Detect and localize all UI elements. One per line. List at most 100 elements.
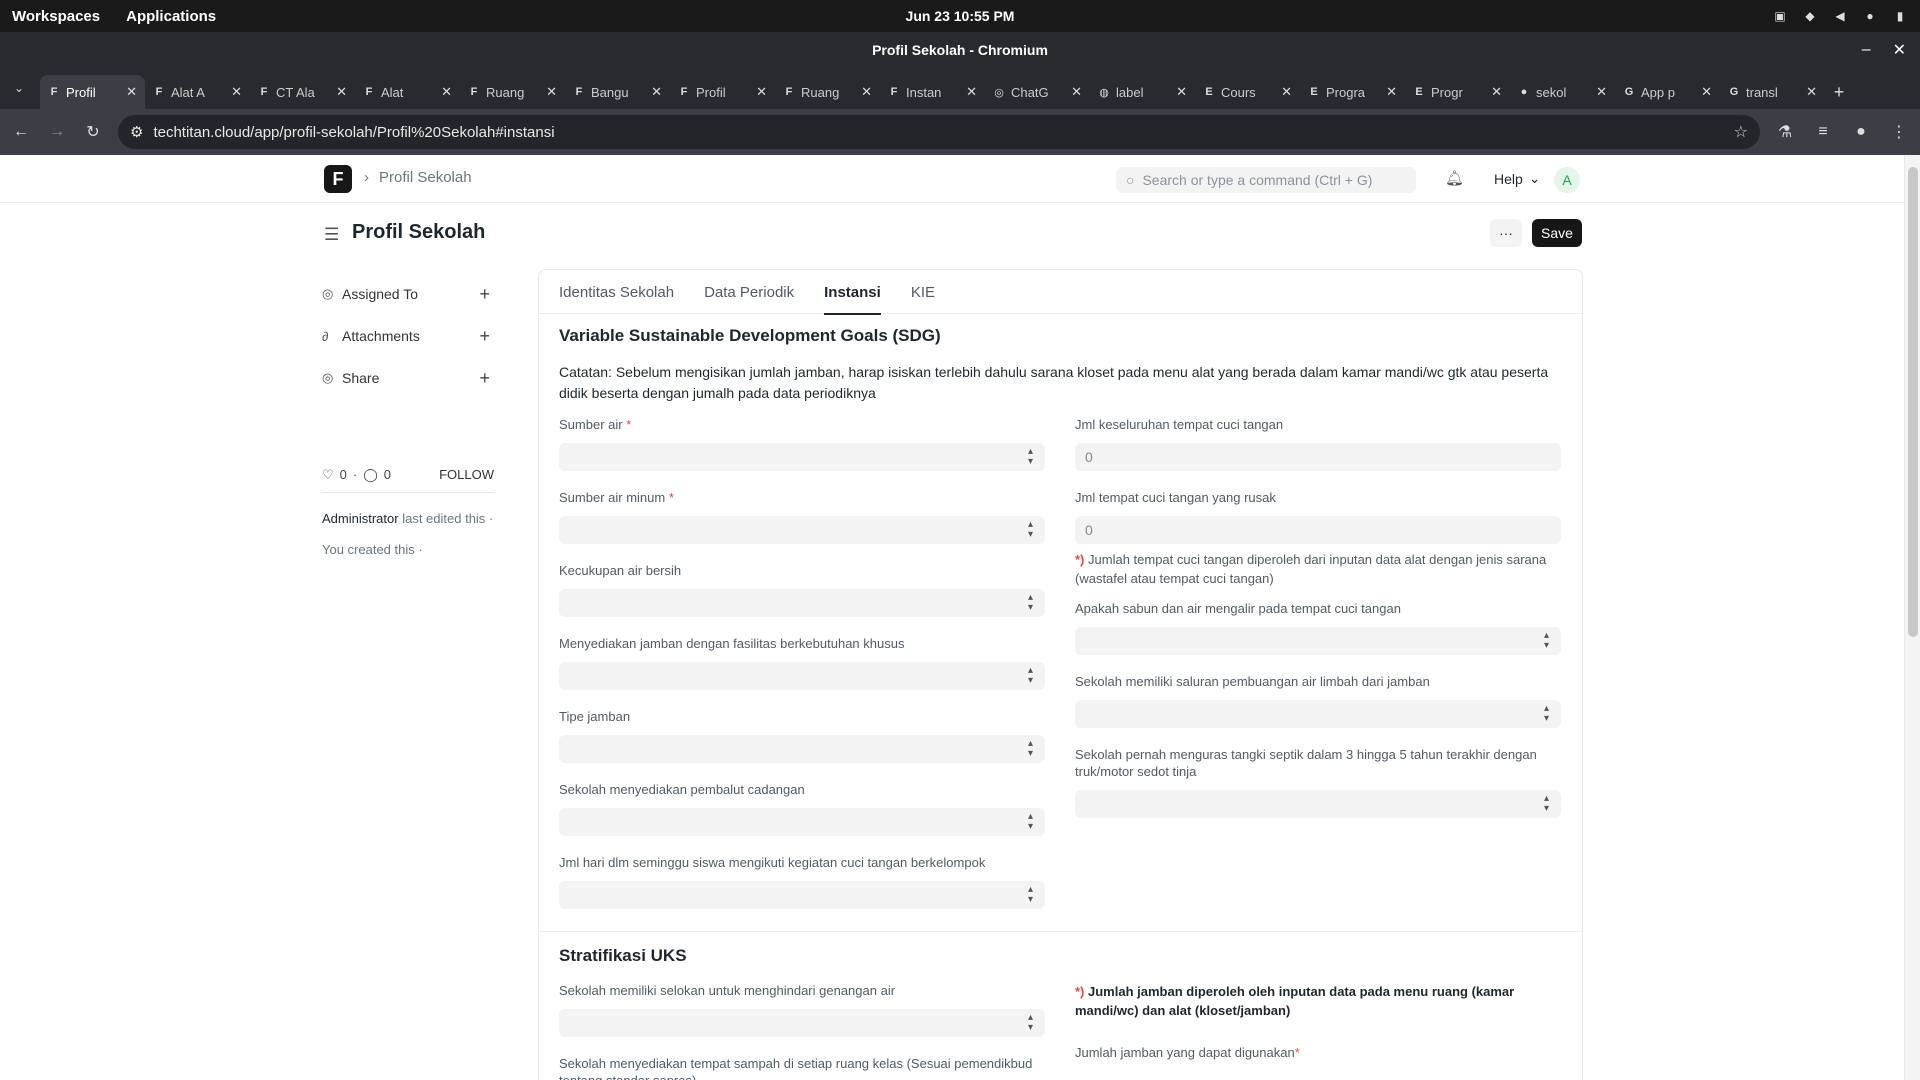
close-tab-icon[interactable]: ✕ xyxy=(756,84,767,100)
sumber-air-select[interactable]: ▴ ▾ xyxy=(559,443,1045,471)
browser-tab[interactable]: F CT Ala ✕ xyxy=(250,75,355,109)
sumber-air-minum-select[interactable]: ▴ ▾ xyxy=(559,516,1045,544)
add-share-icon[interactable]: + xyxy=(479,368,490,389)
tangki-septik-select[interactable]: ▴ ▾ xyxy=(1075,790,1561,818)
browser-tab[interactable]: G App p ✕ xyxy=(1615,75,1720,109)
wifi-icon[interactable]: ◆ xyxy=(1802,9,1818,23)
battery-icon[interactable]: ▮ xyxy=(1892,9,1908,23)
sabun-select[interactable]: ▴ ▾ xyxy=(1075,627,1561,655)
browser-tab[interactable]: F Ruang ✕ xyxy=(460,75,565,109)
browser-tab[interactable]: F Bangu ✕ xyxy=(565,75,670,109)
tab-identitas-sekolah[interactable]: Identitas Sekolah xyxy=(559,270,674,314)
frappe-logo-icon[interactable]: F xyxy=(324,165,352,193)
media-controls-icon[interactable]: ≡ xyxy=(1812,121,1834,143)
close-tab-icon[interactable]: ✕ xyxy=(1596,84,1607,100)
minimize-icon[interactable]: – xyxy=(1862,41,1871,59)
close-tab-icon[interactable]: ✕ xyxy=(546,84,557,100)
browser-menu-icon[interactable]: ⋮ xyxy=(1888,121,1910,143)
selokan-select[interactable]: ▴ ▾ xyxy=(559,1009,1045,1037)
tipe-jamban-select[interactable]: ▴ ▾ xyxy=(559,735,1045,763)
tab-title: Instan xyxy=(906,84,942,100)
follow-button[interactable]: FOLLOW xyxy=(439,467,494,482)
browser-tab[interactable]: ● sekol ✕ xyxy=(1510,75,1615,109)
new-tab-icon[interactable]: + xyxy=(1825,77,1853,107)
edited-user[interactable]: Administrator xyxy=(322,511,399,526)
close-tab-icon[interactable]: ✕ xyxy=(861,84,872,100)
close-tab-icon[interactable]: ✕ xyxy=(231,84,242,100)
close-tab-icon[interactable]: ✕ xyxy=(1386,84,1397,100)
browser-tab[interactable]: F Ruang ✕ xyxy=(775,75,880,109)
volume-icon[interactable]: ◀ xyxy=(1832,9,1848,23)
cuci-tangan-hari-select[interactable]: ▴ ▾ xyxy=(559,881,1045,909)
rusak-cuci-tangan-input[interactable]: 0 xyxy=(1075,516,1561,544)
scrollbar-thumb[interactable] xyxy=(1908,167,1918,637)
reload-icon[interactable]: ↻ xyxy=(82,121,104,143)
microphone-icon[interactable]: ● xyxy=(1862,9,1878,23)
attachments-item[interactable]: ∂ Attachments + xyxy=(322,315,494,357)
search-input[interactable]: Search or type a command (Ctrl + G) xyxy=(1142,172,1372,188)
jamban-khusus-select[interactable]: ▴ ▾ xyxy=(559,662,1045,690)
close-tab-icon[interactable]: ✕ xyxy=(336,84,347,100)
browser-tab[interactable]: F Alat ✕ xyxy=(355,75,460,109)
close-tab-icon[interactable]: ✕ xyxy=(1491,84,1502,100)
close-tab-icon[interactable]: ✕ xyxy=(126,84,137,100)
more-actions-button[interactable]: ··· xyxy=(1490,219,1522,247)
save-button[interactable]: Save xyxy=(1532,219,1582,247)
back-icon[interactable]: ← xyxy=(10,121,32,143)
site-info-icon[interactable]: ⚙ xyxy=(130,123,143,141)
browser-tab[interactable]: F Profil ✕ xyxy=(670,75,775,109)
system-clock[interactable]: Jun 23 10:55 PM xyxy=(0,8,1920,24)
url-bar[interactable]: ⚙ techtitan.cloud/app/profil-sekolah/Pro… xyxy=(118,115,1760,149)
total-cuci-tangan-input[interactable]: 0 xyxy=(1075,443,1561,471)
browser-tab[interactable]: ◎ ChatG ✕ xyxy=(985,75,1090,109)
close-tab-icon[interactable]: ✕ xyxy=(1071,84,1082,100)
heart-icon[interactable]: ♡ xyxy=(322,467,334,483)
sidebar-toggle-icon[interactable]: ☰ xyxy=(324,225,340,245)
tab-instansi[interactable]: Instansi xyxy=(824,270,881,315)
page-scrollbar[interactable] xyxy=(1904,155,1920,1080)
close-tab-icon[interactable]: ✕ xyxy=(966,84,977,100)
screen-share-icon[interactable]: ▣ xyxy=(1772,9,1788,23)
forward-icon[interactable]: → xyxy=(46,121,68,143)
browser-tab[interactable]: F Instan ✕ xyxy=(880,75,985,109)
browser-tab[interactable]: E Cours ✕ xyxy=(1195,75,1300,109)
google-favicon-icon: G xyxy=(1624,86,1634,98)
pembalut-select[interactable]: ▴ ▾ xyxy=(559,808,1045,836)
tab-kie[interactable]: KIE xyxy=(911,270,935,314)
profile-icon[interactable]: ● xyxy=(1850,121,1872,143)
avatar[interactable]: A xyxy=(1554,167,1580,193)
browser-tab[interactable]: E Progr ✕ xyxy=(1405,75,1510,109)
comment-icon[interactable]: ◯ xyxy=(363,467,378,483)
tipe-jamban-field: Tipe jamban ▴ ▾ xyxy=(559,708,1045,763)
kecukupan-air-select[interactable]: ▴ ▾ xyxy=(559,589,1045,617)
assigned-to-item[interactable]: ◎ Assigned To + xyxy=(322,273,494,315)
close-tab-icon[interactable]: ✕ xyxy=(1281,84,1292,100)
tab-data-periodik[interactable]: Data Periodik xyxy=(704,270,794,314)
browser-tab[interactable]: Gtransl ✕ xyxy=(1720,75,1825,109)
close-tab-icon[interactable]: ✕ xyxy=(1806,84,1817,100)
help-dropdown[interactable]: Help ⌄ xyxy=(1494,170,1541,187)
labs-icon[interactable]: ⚗ xyxy=(1774,121,1796,143)
share-item[interactable]: ◎ Share + xyxy=(322,357,494,399)
saluran-limbah-select[interactable]: ▴ ▾ xyxy=(1075,700,1561,728)
close-tab-icon[interactable]: ✕ xyxy=(651,84,662,100)
close-tab-icon[interactable]: ✕ xyxy=(1701,84,1712,100)
add-assignment-icon[interactable]: + xyxy=(479,284,490,305)
notification-bell-icon[interactable]: 🔔︎ xyxy=(1445,169,1464,187)
workspaces-button[interactable]: Workspaces xyxy=(12,8,100,25)
tab-search-icon[interactable]: ⌄ xyxy=(6,73,32,103)
browser-tab[interactable]: F Alat A ✕ xyxy=(145,75,250,109)
browser-tab[interactable]: F Profil ✕ xyxy=(40,75,145,109)
close-window-icon[interactable]: ✕ xyxy=(1893,40,1906,60)
close-tab-icon[interactable]: ✕ xyxy=(441,84,452,100)
url-text[interactable]: techtitan.cloud/app/profil-sekolah/Profi… xyxy=(153,124,554,141)
applications-button[interactable]: Applications xyxy=(126,8,216,25)
bookmark-star-icon[interactable]: ☆ xyxy=(1734,122,1748,142)
browser-tab[interactable]: ◍ label ✕ xyxy=(1090,75,1195,109)
add-attachment-icon[interactable]: + xyxy=(479,326,490,347)
search-bar[interactable]: ○ Search or type a command (Ctrl + G) xyxy=(1116,167,1416,193)
close-tab-icon[interactable]: ✕ xyxy=(1176,84,1187,100)
required-marker: * xyxy=(626,417,632,432)
browser-tab[interactable]: E Progra ✕ xyxy=(1300,75,1405,109)
breadcrumb-link[interactable]: Profil Sekolah xyxy=(379,169,472,186)
